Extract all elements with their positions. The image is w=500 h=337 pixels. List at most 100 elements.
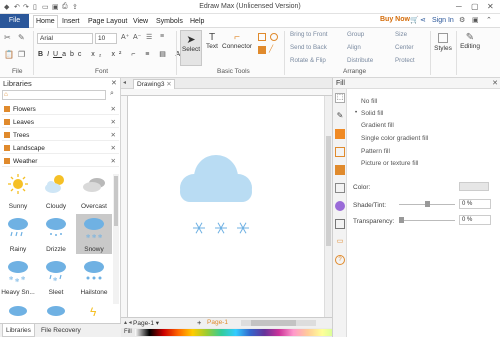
comment-tab-icon[interactable]: ▭ bbox=[335, 237, 345, 247]
cut-icon[interactable]: ✂ bbox=[4, 33, 11, 42]
fill-option-picture-fill[interactable]: Picture or texture fill bbox=[361, 160, 418, 167]
page-tab-icon[interactable] bbox=[335, 165, 345, 175]
tab-insert[interactable]: Insert bbox=[60, 16, 82, 27]
copy-icon[interactable]: ❐ bbox=[18, 50, 25, 59]
shape-cloudy[interactable]: Cloudy bbox=[38, 171, 74, 211]
close-fill-panel-icon[interactable]: ✕ bbox=[492, 78, 498, 89]
transparency-input[interactable]: 0 % bbox=[459, 215, 491, 225]
rotate-flip-button[interactable]: Rotate & Flip bbox=[290, 57, 326, 64]
settings-icon[interactable]: ⚙ bbox=[459, 16, 465, 24]
close-category-icon[interactable]: ✕ bbox=[111, 156, 116, 167]
align-icon[interactable]: ≡ bbox=[160, 33, 164, 40]
paste-icon[interactable]: 📋 bbox=[4, 50, 14, 59]
document-tab[interactable]: Drawing3 ✕ bbox=[133, 79, 175, 89]
skin-icon[interactable]: ▣ bbox=[472, 16, 479, 24]
tab-symbols[interactable]: Symbols bbox=[154, 16, 185, 27]
bring-to-front-button[interactable]: Bring to Front bbox=[290, 31, 328, 38]
select-tool-button[interactable]: ➤ Select bbox=[180, 30, 202, 66]
collapse-ribbon-icon[interactable]: ⌃ bbox=[486, 16, 492, 24]
align-button[interactable]: Align bbox=[347, 44, 361, 51]
page-selector[interactable]: Page-1 ▾ bbox=[133, 319, 159, 327]
canvas-scroll-thumb[interactable] bbox=[326, 136, 331, 246]
library-category[interactable]: Leaves ✕ bbox=[2, 117, 119, 128]
line-tab-icon[interactable]: ✎ bbox=[335, 111, 345, 121]
send-to-back-button[interactable]: Send to Back bbox=[290, 44, 327, 51]
editing-button[interactable]: ✎ Editing bbox=[458, 31, 482, 65]
close-category-icon[interactable]: ✕ bbox=[111, 104, 116, 115]
fill-option-no-fill[interactable]: No fill bbox=[361, 98, 377, 105]
transparency-slider[interactable] bbox=[399, 220, 455, 221]
shape-rainy[interactable]: Rainy bbox=[0, 214, 36, 254]
minimize-button[interactable]: ─ bbox=[456, 2, 462, 11]
close-category-icon[interactable]: ✕ bbox=[111, 130, 116, 141]
format-painter-icon[interactable]: ✎ bbox=[18, 33, 25, 42]
connector-tool-button[interactable]: ⌐ Connector bbox=[221, 30, 253, 66]
tab-scroll-left-icon[interactable]: ◂ bbox=[123, 79, 126, 86]
fill-option-gradient-fill[interactable]: Gradient fill bbox=[361, 122, 394, 129]
ellipse-shape-icon[interactable] bbox=[270, 33, 278, 41]
font-style-buttons[interactable]: BIUabc x₂ x² ⌐ ≡ ▤ A bbox=[38, 50, 184, 58]
tab-libraries[interactable]: Libraries bbox=[2, 324, 35, 337]
styles-button[interactable]: Styles bbox=[432, 31, 454, 65]
rectangle-shape-icon[interactable] bbox=[258, 33, 266, 41]
share-icon[interactable]: ⋖ bbox=[420, 16, 426, 24]
shade-slider-handle[interactable] bbox=[425, 201, 430, 207]
tab-home[interactable]: Home bbox=[33, 15, 58, 28]
shape-sleet[interactable]: ✻ Sleet bbox=[38, 257, 74, 297]
font-size-select[interactable]: 10 bbox=[95, 33, 117, 44]
shape-snowy[interactable]: ✻ ✻ ✻ Snowy bbox=[76, 214, 112, 254]
close-libraries-icon[interactable]: ✕ bbox=[111, 79, 117, 87]
group-button[interactable]: Group bbox=[347, 31, 364, 38]
libraries-scroll-thumb[interactable] bbox=[114, 176, 118, 226]
tab-file-recovery[interactable]: File Recovery bbox=[38, 324, 84, 337]
tab-help[interactable]: Help bbox=[188, 16, 206, 27]
add-page-icon[interactable]: + bbox=[197, 318, 201, 327]
close-category-icon[interactable]: ✕ bbox=[111, 117, 116, 128]
protect-button[interactable]: Protect bbox=[395, 57, 415, 64]
bullets-icon[interactable]: ☰ bbox=[146, 33, 152, 41]
horizontal-scrollbar[interactable] bbox=[241, 320, 316, 326]
transparency-slider-handle[interactable] bbox=[399, 217, 404, 223]
center-button[interactable]: Center bbox=[395, 44, 414, 51]
color-picker-dropdown[interactable] bbox=[459, 182, 489, 191]
shape-drizzle[interactable]: Drizzle bbox=[38, 214, 74, 254]
shape-hailstone[interactable]: Hailstone bbox=[76, 257, 112, 297]
cart-icon[interactable]: 🛒 bbox=[410, 16, 419, 24]
distribute-button[interactable]: Distribute bbox=[347, 57, 373, 64]
search-icon[interactable]: ⌕ bbox=[110, 90, 114, 98]
tab-page-layout[interactable]: Page Layout bbox=[86, 16, 129, 27]
fill-option-solid-fill[interactable]: Solid fill bbox=[361, 110, 383, 117]
close-window-button[interactable]: ✕ bbox=[487, 2, 494, 11]
font-grow-icon[interactable]: A⁺ bbox=[121, 33, 129, 41]
attachment-tab-icon[interactable] bbox=[335, 219, 345, 229]
close-category-icon[interactable]: ✕ bbox=[111, 143, 116, 154]
shadow-tab-icon[interactable] bbox=[335, 129, 345, 139]
library-category[interactable]: Weather ✕ bbox=[2, 156, 119, 167]
library-search-input[interactable]: ⌂ bbox=[2, 90, 106, 100]
buy-now-link[interactable]: Buy Now bbox=[380, 16, 410, 23]
layer-tab-icon[interactable] bbox=[335, 183, 345, 193]
canvas-vertical-scrollbar[interactable] bbox=[324, 96, 332, 317]
tab-file[interactable]: File bbox=[0, 14, 29, 28]
shade-tint-input[interactable]: 0 % bbox=[459, 199, 491, 209]
maximize-button[interactable]: ▢ bbox=[471, 2, 479, 11]
library-category[interactable]: Landscape ✕ bbox=[2, 143, 119, 154]
hyperlink-tab-icon[interactable] bbox=[335, 201, 345, 211]
page-tab-active[interactable]: Page-1 bbox=[207, 319, 228, 326]
shape-overcast[interactable]: Overcast bbox=[76, 171, 112, 211]
fill-option-pattern-fill[interactable]: Pattern fill bbox=[361, 148, 390, 155]
library-category[interactable]: Flowers ✕ bbox=[2, 104, 119, 115]
drawing-page[interactable] bbox=[128, 96, 324, 317]
shape-heavy-snow[interactable]: ✻ ✻ ✻ Heavy Sn... bbox=[0, 257, 36, 297]
canvas-snowy-shape[interactable] bbox=[128, 96, 324, 317]
horizontal-scroll-thumb[interactable] bbox=[251, 320, 296, 326]
font-shrink-icon[interactable]: A⁻ bbox=[133, 33, 141, 41]
page-nav-icon[interactable]: ▴ ◂ bbox=[124, 319, 132, 326]
library-category[interactable]: Trees ✕ bbox=[2, 130, 119, 141]
more-weather-shapes[interactable]: ϟ bbox=[4, 301, 114, 319]
text-tool-button[interactable]: T Text bbox=[203, 30, 221, 66]
libraries-scrollbar[interactable] bbox=[113, 174, 119, 304]
tab-view[interactable]: View bbox=[131, 16, 150, 27]
help-tab-icon[interactable]: ? bbox=[335, 255, 345, 265]
fill-shape-icon[interactable] bbox=[258, 46, 266, 54]
